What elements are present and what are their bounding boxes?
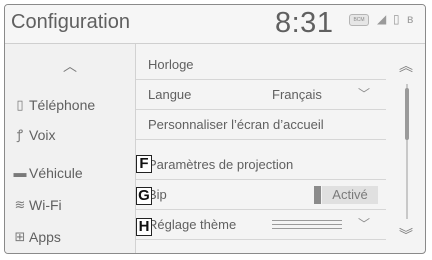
sidebar-item-wifi[interactable]: ≋ Wi-Fi bbox=[5, 190, 135, 220]
callout-label-g: G bbox=[136, 187, 152, 205]
setting-row-langue[interactable]: Langue Français ﹀ bbox=[136, 80, 386, 110]
voice-icon: ꝭ bbox=[16, 127, 24, 142]
chevron-down-icon: ﹀ bbox=[358, 87, 371, 101]
setting-row-personnaliser[interactable]: Personnaliser l’écran d’accueil bbox=[136, 110, 386, 140]
setting-row-bip[interactable]: Bip Activé bbox=[136, 180, 386, 210]
langue-value: Français bbox=[272, 87, 322, 102]
setting-row-projection[interactable]: Paramètres de projection bbox=[136, 150, 386, 180]
sidebar: ︿ ▯ Téléphone ꝭ Voix ▬ Véhicule ≋ Wi-Fi … bbox=[5, 44, 136, 253]
apps-icon: ⊞ bbox=[14, 229, 26, 244]
sidebar-item-telephone[interactable]: ▯ Téléphone bbox=[5, 90, 135, 120]
setting-label: Horloge bbox=[148, 57, 194, 72]
status-badge: BCM bbox=[349, 14, 369, 26]
bluetooth-icon: ʙ bbox=[407, 12, 414, 26]
theme-preview bbox=[272, 220, 342, 230]
signal-icon: ◢ bbox=[377, 12, 387, 26]
scroll-up-icon[interactable]: ︽ bbox=[399, 59, 413, 73]
scrollbar[interactable]: ︽ ︾ bbox=[389, 44, 425, 253]
wifi-icon: ≋ bbox=[14, 197, 26, 212]
sidebar-item-voix[interactable]: ꝭ Voix bbox=[5, 120, 135, 150]
sidebar-item-label: Voix bbox=[29, 127, 56, 143]
bip-toggle[interactable]: Activé bbox=[322, 186, 378, 204]
callout-label-h: H bbox=[136, 218, 152, 236]
setting-label: Paramètres de projection bbox=[148, 157, 294, 172]
setting-row-horloge[interactable]: Horloge bbox=[136, 50, 386, 80]
sidebar-item-label: Apps bbox=[29, 229, 61, 245]
clock: 8:31 bbox=[275, 7, 334, 39]
sidebar-scroll-up-icon[interactable]: ︿ bbox=[63, 56, 77, 76]
scroll-down-icon[interactable]: ︾ bbox=[399, 228, 413, 242]
setting-row-theme[interactable]: Réglage thème ﹀ bbox=[136, 210, 386, 240]
sidebar-item-vehicule[interactable]: ▬ Véhicule bbox=[5, 158, 135, 188]
sidebar-item-label: Wi-Fi bbox=[29, 197, 62, 213]
setting-label: Langue bbox=[148, 87, 192, 102]
sidebar-item-apps[interactable]: ⊞ Apps bbox=[5, 222, 135, 252]
battery-icon: ▯ bbox=[393, 12, 400, 26]
car-icon: ▬ bbox=[13, 165, 27, 180]
scroll-thumb[interactable] bbox=[405, 88, 409, 140]
settings-list: Horloge Langue Français ﹀ Personnaliser … bbox=[136, 44, 386, 253]
sidebar-item-label: Téléphone bbox=[29, 97, 96, 113]
phone-icon: ▯ bbox=[16, 97, 24, 112]
settings-screen: Configuration 8:31 BCM ◢ ▯ ʙ ︿ ▯ Télépho… bbox=[4, 4, 426, 254]
callout-label-f: F bbox=[136, 155, 152, 173]
header-bar: Configuration 8:31 BCM ◢ ▯ ʙ bbox=[5, 5, 425, 44]
chevron-down-icon: ﹀ bbox=[358, 217, 371, 231]
setting-label: Personnaliser l’écran d’accueil bbox=[148, 117, 324, 132]
setting-label: Réglage thème bbox=[148, 217, 237, 232]
toggle-indicator bbox=[314, 186, 321, 204]
page-title: Configuration bbox=[11, 11, 130, 33]
sidebar-item-label: Véhicule bbox=[29, 165, 83, 181]
